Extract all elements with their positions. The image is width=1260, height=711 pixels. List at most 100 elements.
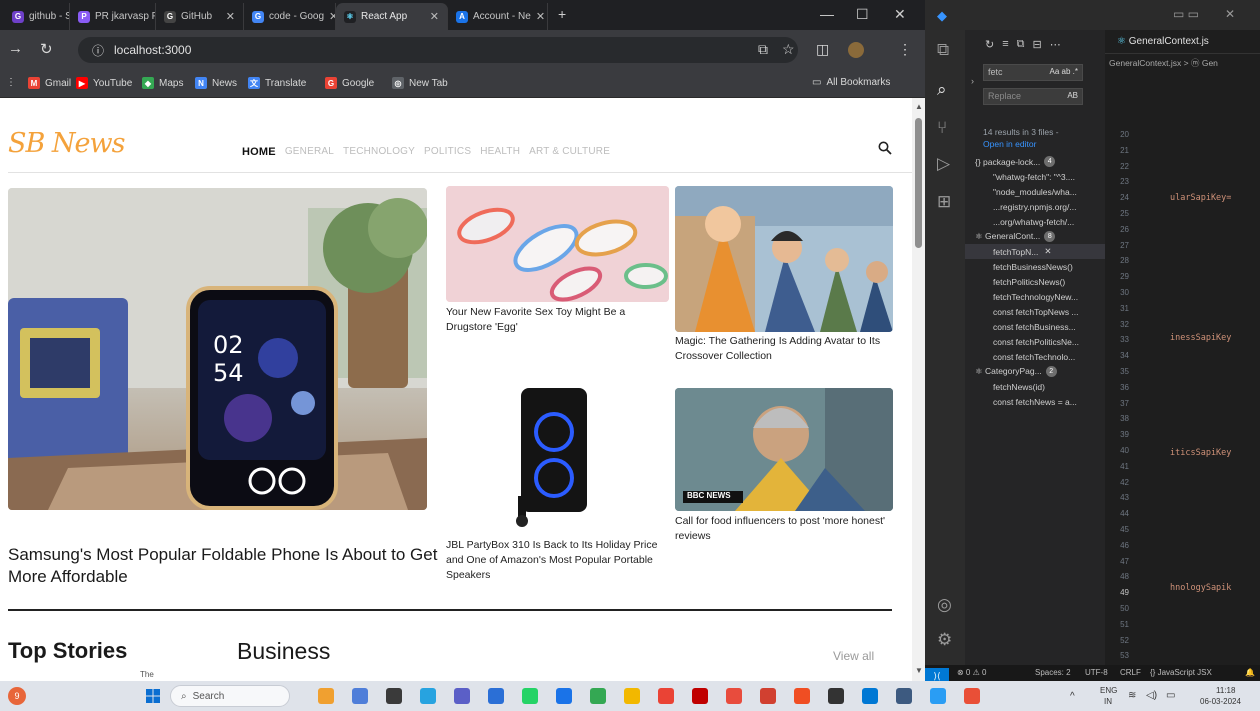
find-options[interactable]: Aa ab .*	[1050, 67, 1078, 76]
opera-icon[interactable]	[726, 688, 742, 704]
bookmark-star-icon[interactable]: ☆	[782, 41, 795, 58]
tray-overflow-icon[interactable]: ^	[1070, 691, 1075, 702]
mail-icon[interactable]	[896, 688, 912, 704]
eol-status[interactable]: CRLF	[1120, 668, 1141, 677]
article-image-bbc[interactable]: BBC NEWS	[675, 388, 893, 511]
article-image-speaker[interactable]	[446, 386, 669, 530]
bookmark-google[interactable]: G Google	[325, 77, 374, 89]
search-result-file[interactable]: ⚛ GeneralCont... 8	[965, 229, 1105, 244]
search-result-match[interactable]: fetchNews(id)	[965, 379, 1105, 394]
clock-date[interactable]: 06-03-2024	[1200, 697, 1241, 706]
search-result-match[interactable]: const fetchPoliticsNe...	[965, 334, 1105, 349]
teams-icon[interactable]	[454, 688, 470, 704]
encoding-status[interactable]: UTF-8	[1085, 668, 1108, 677]
site-info-icon[interactable]: ⓘ	[92, 42, 104, 59]
paint-icon[interactable]	[930, 688, 946, 704]
code-line[interactable]: ularSapiKey=	[1170, 193, 1231, 203]
explorer-icon[interactable]: ⧉	[937, 40, 949, 60]
editor-tab-generalcontext[interactable]: ⚛ GeneralContext.js	[1105, 30, 1260, 54]
source-control-icon[interactable]: ⑂	[937, 118, 947, 138]
vscode-close-icon[interactable]: ✕	[1225, 7, 1235, 21]
forward-icon[interactable]: →	[8, 40, 23, 57]
all-bookmarks[interactable]: ▭ All Bookmarks	[812, 77, 890, 88]
minimize-icon[interactable]: —	[820, 6, 834, 22]
search-result-match[interactable]: const fetchTopNews ...	[965, 304, 1105, 319]
new-tab-button[interactable]: +	[558, 6, 566, 22]
file-explorer-icon[interactable]	[386, 688, 402, 704]
article-title-egg[interactable]: Your New Favorite Sex Toy Might Be a Dru…	[446, 305, 671, 335]
view-all-link[interactable]: View all	[833, 649, 874, 663]
code-line[interactable]: iticsSapiKey	[1170, 448, 1231, 458]
site-logo[interactable]: SB News	[8, 128, 125, 159]
clock-time[interactable]: 11:18	[1216, 686, 1235, 695]
folder-app-icon[interactable]	[624, 688, 640, 704]
notifications-icon[interactable]: 🔔	[1245, 668, 1255, 677]
bookmark-gmail[interactable]: M Gmail	[28, 77, 71, 89]
close-tab-icon[interactable]: ✕	[430, 10, 439, 23]
sublime-icon[interactable]	[794, 688, 810, 704]
side-panel-icon[interactable]: ◫	[816, 41, 829, 58]
search-result-match[interactable]: fetchBusinessNews()	[965, 259, 1105, 274]
close-tab-icon[interactable]: ✕	[226, 10, 235, 23]
run-debug-icon[interactable]: ▷	[937, 154, 950, 174]
volume-icon[interactable]: ◁)	[1146, 690, 1157, 701]
browser-tab-google-code[interactable]: G code - Goog ✕	[244, 3, 336, 30]
search-result-match[interactable]: fetchTechnologyNew...	[965, 289, 1105, 304]
scroll-thumb[interactable]	[915, 118, 922, 248]
editor-breadcrumb[interactable]: GeneralContext.jsx > ⓜ Gen	[1109, 57, 1218, 69]
page-scrollbar[interactable]: ▲ ▼	[912, 98, 925, 681]
apps-icon[interactable]: ⋮	[6, 77, 16, 88]
nav-art-culture[interactable]: ART & CULTURE	[529, 146, 610, 158]
whatsapp-icon[interactable]	[522, 688, 538, 704]
close-tab-icon[interactable]: ✕	[536, 10, 545, 23]
wifi-icon[interactable]: ≋	[1128, 690, 1136, 701]
search-result-match[interactable]: fetchTopN... ✕	[965, 244, 1105, 259]
url-input[interactable]: ⓘ localhost:3000	[78, 37, 798, 63]
language-status[interactable]: {} JavaScript JSX	[1150, 668, 1212, 677]
code-line[interactable]: inessSapiKey	[1170, 333, 1231, 343]
store-icon[interactable]	[488, 688, 504, 704]
browser-tab-github[interactable]: G GitHub ✕	[156, 3, 244, 30]
more-actions-icon[interactable]: ⋯	[1050, 38, 1061, 51]
maps-app-icon[interactable]	[590, 688, 606, 704]
search-icon[interactable]: ⌕	[937, 80, 947, 100]
remote-icon[interactable]: ⟩⟨	[925, 668, 949, 681]
edge-icon[interactable]	[420, 688, 436, 704]
new-search-editor-icon[interactable]: ⧉	[1017, 38, 1025, 51]
chrome-icon[interactable]	[556, 688, 572, 704]
problems-status[interactable]: ⊗ 0 ⚠ 0	[957, 668, 986, 677]
vscode-app-icon[interactable]	[862, 688, 878, 704]
browser-tab-pr[interactable]: P PR jkarvasp Pro ✕	[70, 3, 156, 30]
featured-article-image[interactable]: 02 54	[8, 188, 427, 510]
scroll-down-icon[interactable]: ▼	[915, 666, 923, 675]
close-tab-icon[interactable]: ✕	[329, 10, 335, 23]
article-image-avatar[interactable]	[675, 186, 893, 332]
netflix-icon[interactable]	[692, 688, 708, 704]
taskbar-search-input[interactable]: ⌕ Search	[170, 685, 290, 707]
browser-menu-icon[interactable]: ⋮	[898, 41, 912, 58]
search-result-match[interactable]: const fetchBusiness...	[965, 319, 1105, 334]
find-input[interactable]: fetc Aa ab .*	[983, 64, 1083, 81]
install-app-icon[interactable]: ⧉	[758, 41, 768, 58]
pocket-icon[interactable]	[760, 688, 776, 704]
article-title-speaker[interactable]: JBL PartyBox 310 Is Back to Its Holiday …	[446, 538, 671, 583]
close-window-icon[interactable]: ✕	[894, 6, 906, 23]
weather-widget-icon[interactable]: 9	[8, 687, 26, 705]
profile-avatar[interactable]	[848, 42, 864, 58]
article-title-food[interactable]: Call for food influencers to post 'more …	[675, 514, 895, 544]
account-icon[interactable]: ◎	[937, 595, 952, 615]
collapse-all-icon[interactable]: ⊟	[1033, 38, 1042, 51]
battery-icon[interactable]: ▭	[1166, 690, 1175, 701]
nav-politics[interactable]: POLITICS	[424, 146, 471, 158]
search-result-match[interactable]: const fetchTechnolo...	[965, 349, 1105, 364]
article-image-egg[interactable]	[446, 186, 669, 302]
task-view-icon[interactable]	[352, 688, 368, 704]
search-result-match[interactable]: "node_modules/wha...	[965, 184, 1105, 199]
search-result-file[interactable]: {} package-lock... 4	[965, 154, 1105, 169]
copilot-icon[interactable]	[318, 688, 334, 704]
language-indicator[interactable]: ENG	[1100, 686, 1117, 695]
browser-tab-github-search[interactable]: G github - Sea ✕	[4, 3, 70, 30]
nav-technology[interactable]: TECHNOLOGY	[343, 146, 415, 158]
search-result-file[interactable]: ⚛ CategoryPag... 2	[965, 364, 1105, 379]
reload-icon[interactable]: ↻	[40, 40, 53, 58]
